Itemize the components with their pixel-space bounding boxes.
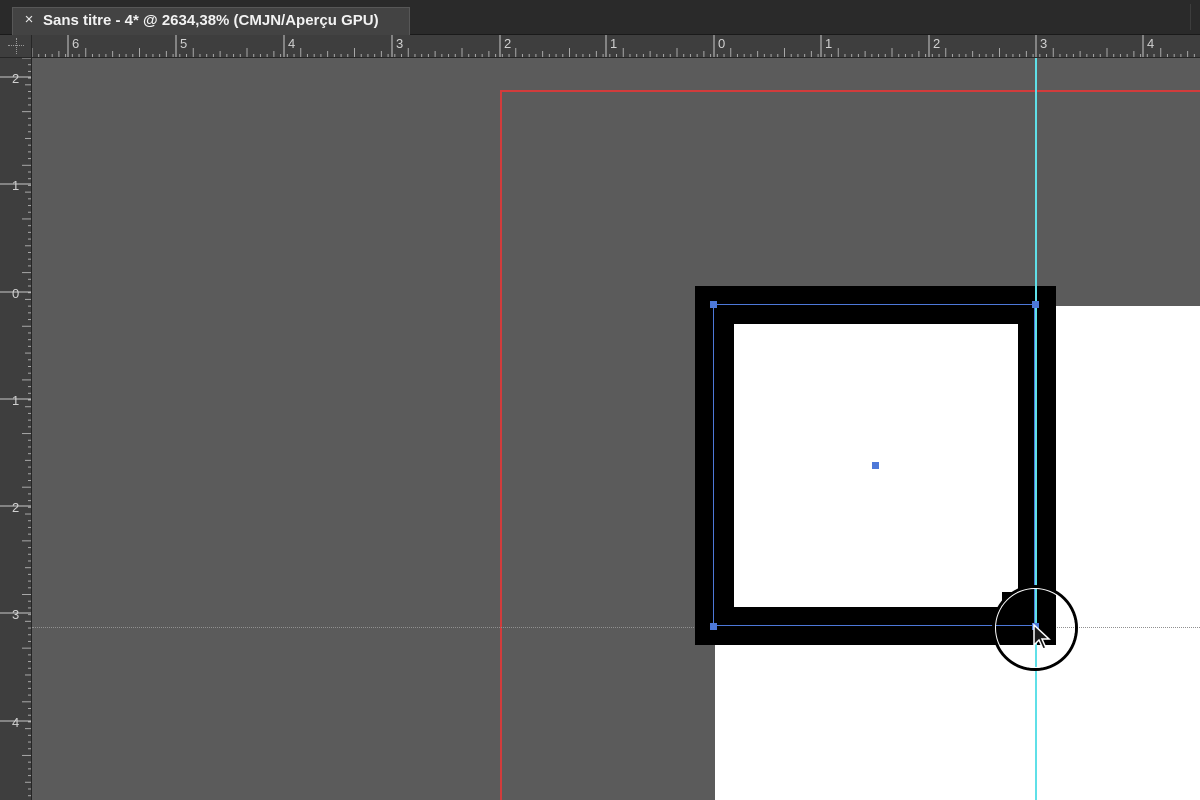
ruler-h-label: 5 [180, 36, 188, 51]
arrow-cursor-icon [1033, 623, 1051, 650]
ruler-v-label: 3 [12, 607, 20, 622]
vertical-ruler-ticks [0, 58, 31, 797]
selection-center-point[interactable] [872, 462, 879, 469]
document-tab[interactable]: × Sans titre - 4* @ 2634,38% (CMJN/Aperç… [12, 7, 410, 35]
ruler-h-label: 2 [933, 36, 941, 51]
ruler-h-label: 6 [72, 36, 80, 51]
ruler-h-label: 4 [288, 36, 296, 51]
document-tab-title: Sans titre - 4* @ 2634,38% (CMJN/Aperçu … [43, 12, 379, 29]
ruler-v-label: 1 [12, 393, 20, 408]
selection-handle-top-right[interactable] [1032, 301, 1039, 308]
ruler-v-label: 2 [12, 500, 20, 515]
ruler-h-label: 1 [610, 36, 618, 51]
ruler-h-label: 4 [1147, 36, 1155, 51]
document-canvas[interactable] [32, 58, 1200, 800]
horizontal-ruler[interactable]: 6 5 4 3 2 1 0 1 2 3 4 [32, 35, 1200, 58]
bleed-guide-top [500, 90, 1200, 92]
ruler-h-label: 1 [825, 36, 833, 51]
ruler-origin-corner[interactable] [0, 35, 32, 58]
selection-handle-top-left[interactable] [710, 301, 717, 308]
smart-guide-vertical[interactable] [1035, 58, 1037, 800]
ruler-v-label: 0 [12, 286, 20, 301]
selection-handle-bottom-left[interactable] [710, 623, 717, 630]
document-tab-bar: × Sans titre - 4* @ 2634,38% (CMJN/Aperç… [0, 0, 1200, 35]
ruler-v-label: 1 [12, 178, 20, 193]
tab-bar-divider [1190, 4, 1191, 30]
ruler-v-label: 4 [12, 715, 20, 730]
ruler-origin-crosshair-v [16, 38, 17, 54]
ruler-h-label: 3 [396, 36, 404, 51]
bleed-guide-left [500, 90, 502, 800]
ruler-h-label: 3 [1040, 36, 1048, 51]
vertical-ruler[interactable]: 2 1 0 1 2 3 4 [0, 58, 32, 800]
ruler-h-label: 2 [504, 36, 512, 51]
close-icon[interactable]: × [21, 11, 37, 29]
ruler-v-label: 2 [12, 71, 20, 86]
ruler-h-label: 0 [718, 36, 726, 51]
